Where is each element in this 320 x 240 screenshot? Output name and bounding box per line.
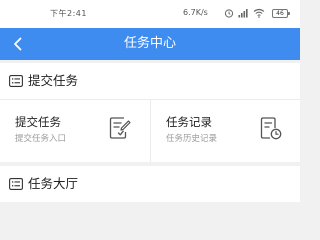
status-time: 下午2:41 (50, 9, 87, 18)
cell-subtitle: 提交任务入口 (15, 134, 67, 144)
list-icon (9, 75, 23, 87)
status-icons: 46 (224, 7, 290, 19)
task-record-cell[interactable]: 任务记录 任务历史记录 (150, 100, 300, 162)
battery-level: 46 (276, 9, 284, 17)
back-button[interactable] (6, 32, 30, 56)
nav-bar: 任务中心 (0, 28, 300, 60)
status-bar: 下午2:41 6.7K/s 46 (0, 0, 300, 28)
section-header-hall: 任务大厅 (0, 166, 300, 202)
chevron-left-icon (14, 37, 22, 51)
submit-task-cell[interactable]: 提交任务 提交任务入口 (0, 100, 150, 162)
sim-signal-icon (238, 9, 248, 18)
section-title: 提交任务 (28, 73, 79, 88)
history-document-icon (260, 117, 282, 140)
network-speed: 6.7K/s (183, 8, 208, 17)
section-header-submit: 提交任务 (0, 63, 300, 99)
cell-subtitle: 任务历史记录 (166, 134, 218, 144)
alarm-icon (224, 9, 234, 18)
cell-title: 任务记录 (166, 115, 212, 129)
task-grid: 提交任务 提交任务入口 任务记录 任务历史记录 (0, 100, 300, 162)
page-title: 任务中心 (123, 36, 176, 51)
cell-title: 提交任务 (15, 115, 61, 129)
section-title: 任务大厅 (28, 176, 79, 191)
edit-document-icon (109, 117, 131, 139)
battery-icon: 46 (272, 8, 290, 18)
wifi-icon (253, 8, 265, 18)
list-icon (9, 178, 23, 190)
